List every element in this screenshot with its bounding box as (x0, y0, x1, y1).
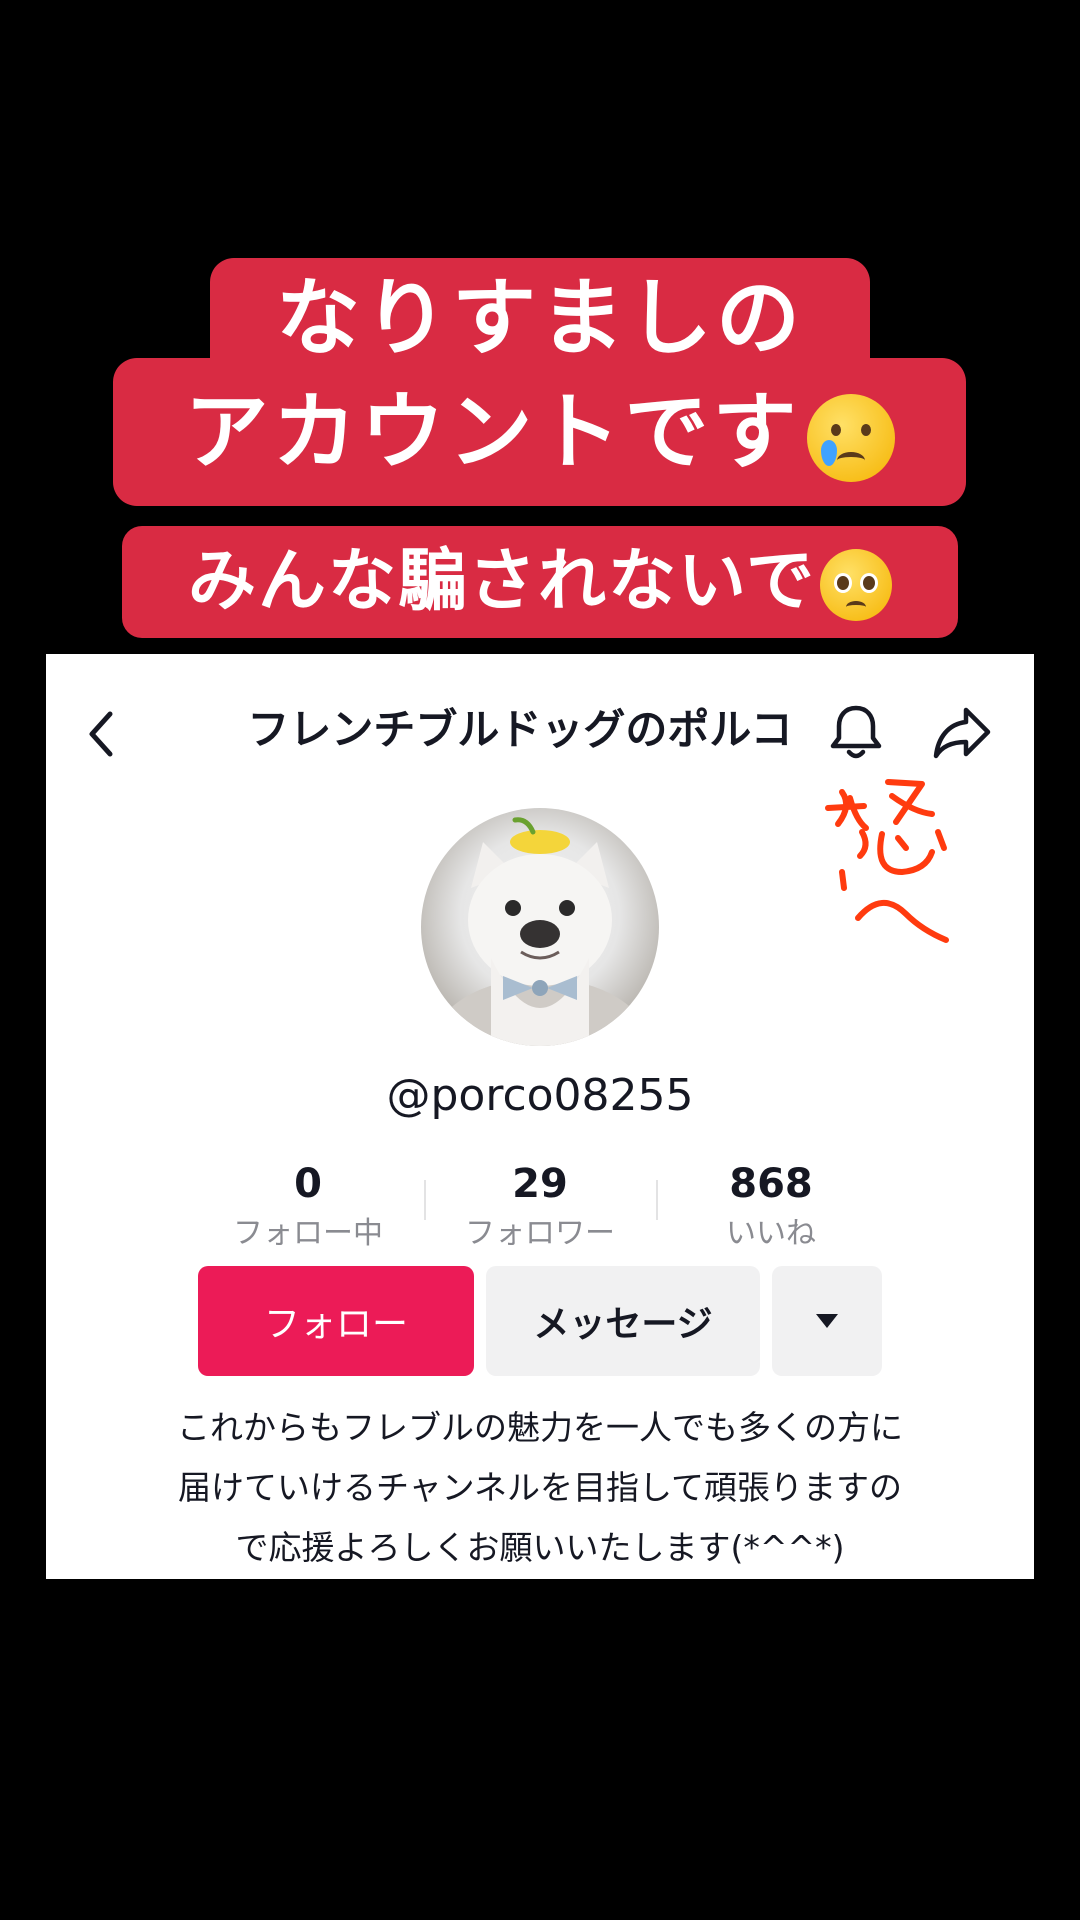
message-button[interactable]: メッセージ (486, 1266, 760, 1376)
stat-followers-value: 29 (512, 1161, 568, 1207)
bell-icon[interactable] (826, 700, 886, 764)
profile-title: フレンチブルドッグのポルコ (247, 705, 793, 754)
follow-button-label: フォロー (263, 1304, 408, 1345)
profile-bio: これからもフレブルの魅力を一人でも多くの方に 届けていけるチャンネルを目指して頑… (110, 1398, 970, 1578)
stat-following-label: フォロー中 (233, 1216, 383, 1251)
angry-scribble-drawing (825, 779, 949, 943)
stat-following[interactable]: 0 フォロー中 (208, 1160, 408, 1256)
stat-followers-label: フォロワー (465, 1216, 615, 1251)
bio-line: 届けていけるチャンネルを目指して頑張りますの (177, 1468, 903, 1507)
crying-face-emoji-icon (806, 394, 895, 483)
message-button-label: メッセージ (533, 1304, 713, 1345)
avatar[interactable] (421, 808, 659, 1046)
stat-divider (656, 1180, 658, 1220)
bio-line: これからもフレブルの魅力を一人でも多くの方に (177, 1408, 903, 1447)
share-icon[interactable] (930, 702, 994, 762)
more-options-button[interactable] (772, 1266, 882, 1376)
dog-avatar-image (431, 817, 651, 1046)
stat-divider (424, 1180, 426, 1220)
username: @porco08255 (386, 1070, 694, 1121)
back-arrow-icon[interactable] (80, 706, 124, 762)
caption-line-1-text: なりすましの (275, 269, 804, 367)
stat-following-value: 0 (294, 1161, 322, 1207)
bio-line: で応援よろしくお願いいたします(*^^*) (235, 1528, 845, 1567)
stat-followers[interactable]: 29 フォロワー (440, 1160, 640, 1256)
caption-line-3-text: みんな騙されないで (188, 542, 816, 621)
caption-line-2: アカウントです (113, 358, 966, 506)
stat-likes-label: いいね (726, 1216, 816, 1251)
stat-likes-value: 868 (729, 1161, 813, 1207)
pleading-face-emoji-icon (819, 549, 892, 622)
stat-likes[interactable]: 868 いいね (671, 1160, 871, 1256)
follow-button[interactable]: フォロー (198, 1266, 474, 1376)
caret-down-icon (816, 1314, 838, 1328)
caption-line-3: みんな騙されないで (122, 526, 958, 638)
caption-line-2-text: アカウントです (184, 383, 801, 481)
